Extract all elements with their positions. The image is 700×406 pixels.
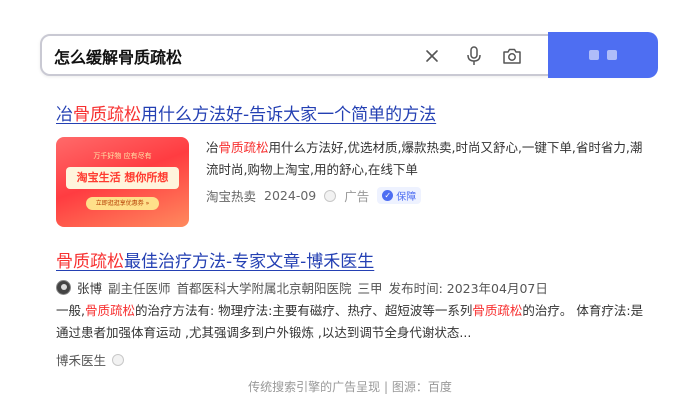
thumb-main-text: 淘宝生活 想你所想	[66, 167, 179, 189]
desc-highlight: 骨质疏松	[472, 303, 523, 318]
image-caption: 传统搜索引擎的广告呈现 | 图源：百度	[248, 380, 452, 394]
more-icon[interactable]	[112, 353, 125, 366]
result-body: 万千好物 应有尽有 淘宝生活 想你所想 立即逛逛享优惠券 » 冶骨质疏松用什么方…	[56, 137, 646, 229]
search-button-glyph	[589, 50, 599, 60]
desc-text: 用什么方法好,优选材质,爆款热卖,时尚又舒心,一键下单,省时省力,潮流时尚,购物…	[206, 140, 643, 177]
result-source[interactable]: 博禾医生	[56, 350, 106, 369]
result-title-link[interactable]: 冶骨质疏松用什么方法好-告诉大家一个简单的方法	[56, 100, 646, 125]
hospital-grade: 三甲	[357, 281, 383, 296]
title-highlight: 骨质疏松	[56, 252, 124, 272]
clear-icon[interactable]	[418, 42, 446, 70]
author-line: 张博 副主任医师 首都医科大学附属北京朝阳医院 三甲 发布时间: 2023年04…	[56, 278, 548, 297]
avatar	[56, 280, 71, 295]
guarantee-badge[interactable]: ✓ 保障	[377, 187, 422, 204]
more-icon[interactable]	[324, 189, 337, 202]
search-bar	[40, 32, 658, 78]
search-result-ad: 冶骨质疏松用什么方法好-告诉大家一个简单的方法 万千好物 应有尽有 淘宝生活 想…	[56, 100, 646, 227]
search-button[interactable]	[548, 32, 658, 78]
title-text: 用什么方法好-告诉大家一个简单的方法	[141, 105, 437, 125]
publish-time: 发布时间: 2023年04月07日	[388, 281, 548, 296]
author-title: 副主任医师	[108, 281, 171, 296]
result-date: 2024-09	[264, 188, 317, 203]
thumb-button: 立即逛逛享优惠券 »	[86, 197, 159, 210]
ad-thumbnail[interactable]: 万千好物 应有尽有 淘宝生活 想你所想 立即逛逛享优惠券 »	[56, 137, 189, 227]
result-source-line: 博禾医生	[56, 350, 125, 369]
search-button-glyph	[607, 50, 617, 60]
title-text: 冶	[56, 105, 73, 125]
microphone-icon[interactable]	[460, 42, 488, 70]
title-text: 最佳治疗方法-专家文章-博禾医生	[124, 252, 375, 272]
ad-label: 广告	[344, 189, 370, 204]
title-highlight: 骨质疏松	[73, 105, 141, 125]
guarantee-label: 保障	[396, 192, 417, 203]
search-input[interactable]	[54, 44, 394, 68]
desc-text: 的治疗方法有: 物理疗法:主要有磁疗、热疗、超短波等一系列	[135, 303, 473, 318]
check-icon: ✓	[382, 190, 394, 201]
desc-highlight: 骨质疏松	[218, 140, 269, 155]
author-hospital: 首都医科大学附属北京朝阳医院	[176, 281, 352, 296]
desc-text: 一般,	[56, 303, 85, 318]
search-result: 骨质疏松最佳治疗方法-专家文章-博禾医生 张博 副主任医师 首都医科大学附属北京…	[56, 247, 646, 368]
desc-text: 冶	[206, 140, 219, 155]
author-name: 张博	[77, 281, 103, 296]
result-title-link[interactable]: 骨质疏松最佳治疗方法-专家文章-博禾医生	[56, 247, 646, 272]
result-meta: 淘宝热卖 2024-09 广告 ✓ 保障	[206, 186, 422, 205]
desc-highlight: 骨质疏松	[84, 303, 135, 318]
result-source[interactable]: 淘宝热卖	[206, 186, 256, 205]
result-description: 一般,骨质疏松的治疗方法有: 物理疗法:主要有磁疗、热疗、超短波等一系列骨质疏松…	[56, 300, 646, 344]
camera-icon[interactable]	[498, 42, 526, 70]
thumb-top-text: 万千好物 应有尽有	[93, 152, 152, 160]
result-description: 冶骨质疏松用什么方法好,优选材质,爆款热卖,时尚又舒心,一键下单,省时省力,潮流…	[206, 137, 646, 181]
